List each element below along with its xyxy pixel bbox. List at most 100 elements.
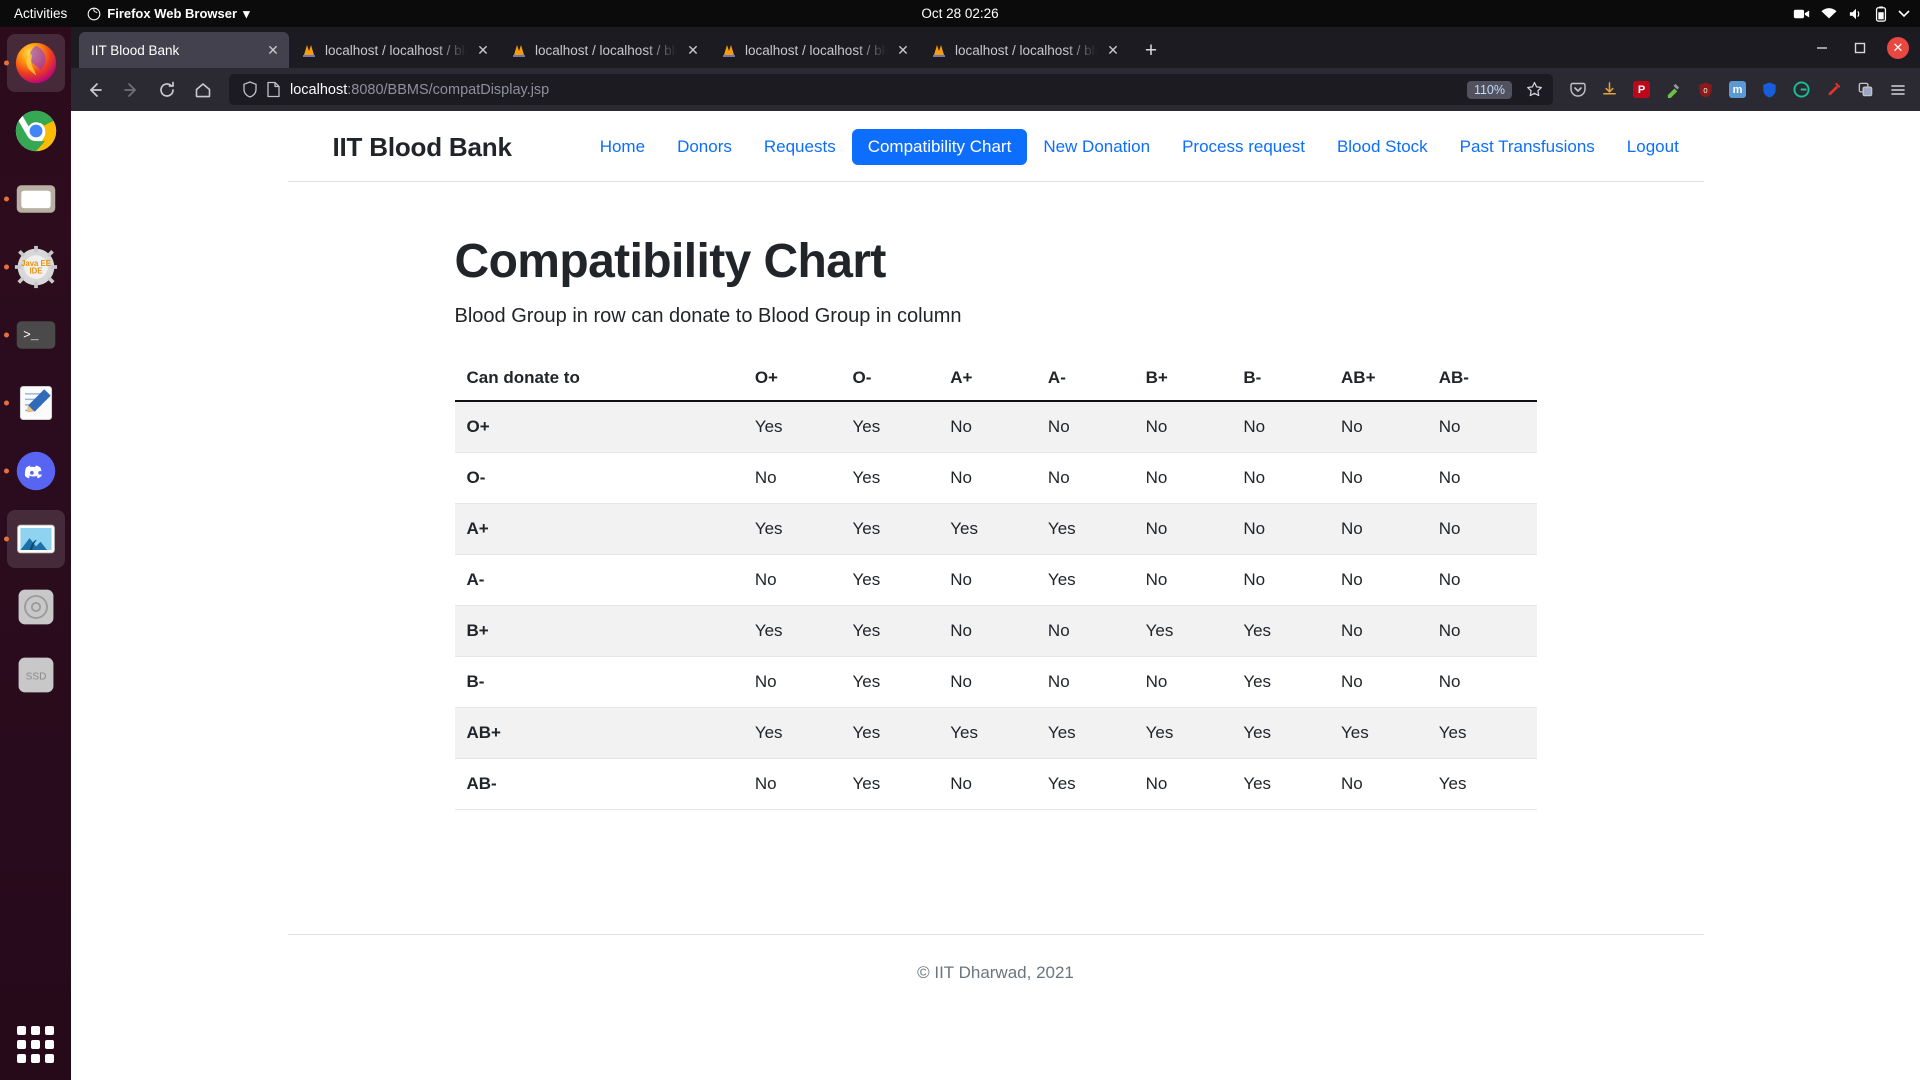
app-menu-button[interactable]: Firefox Web Browser ▾ [79,6,257,22]
cell: No [1145,401,1244,453]
app-menu-label: Firefox Web Browser [107,6,238,21]
dock-item-files[interactable] [7,170,65,228]
pocket-icon[interactable] [1562,74,1593,105]
dock-item-discord[interactable] [7,442,65,500]
nav-link-process-request[interactable]: Process request [1166,129,1321,165]
cell: No [1341,554,1439,606]
close-icon[interactable]: ✕ [894,41,912,59]
cell: No [1438,554,1537,606]
dock-item-disc-drive[interactable] [7,578,65,636]
clock[interactable]: Oct 28 02:26 [921,6,998,21]
phpmyadmin-favicon [511,42,528,59]
browser-tab[interactable]: localhost / localhost / blo ✕ [289,32,499,68]
pinterest-extension-icon[interactable]: P [1626,74,1657,105]
footer-copyright: © IIT Dharwad, 2021 [917,963,1074,982]
nav-link-logout[interactable]: Logout [1611,129,1695,165]
browser-tab[interactable]: localhost / localhost / blo ✕ [709,32,919,68]
dock-item-java-ee-ide[interactable]: Java EE IDE [7,238,65,296]
toolbar-extension-icons: P 0 m [1562,74,1913,105]
show-applications-button[interactable] [16,1024,56,1064]
system-tray[interactable] [1793,5,1910,22]
disc-drive-icon [13,584,59,630]
grammarly-extension-icon[interactable] [1786,74,1817,105]
column-header-o-pos: O+ [754,358,853,402]
dock-item-ssd-volume[interactable]: SSD [7,646,65,704]
cell: Yes [1243,707,1342,759]
cell: No [1145,452,1244,504]
cell: No [950,758,1048,810]
colorzilla-extension-icon[interactable] [1658,74,1689,105]
app-menu-icon[interactable] [1882,74,1913,105]
dock-item-text-editor[interactable] [7,374,65,432]
nav-link-past-transfusions[interactable]: Past Transfusions [1444,129,1611,165]
zoom-level-indicator[interactable]: 110% [1466,80,1512,99]
dock-item-chrome[interactable] [7,102,65,160]
honey-extension-icon[interactable] [1818,74,1849,105]
cell: Yes [1047,503,1146,555]
maximize-button[interactable] [1842,33,1878,63]
nav-link-requests[interactable]: Requests [748,129,852,165]
dock-item-firefox[interactable] [6,34,65,92]
extensions-icon[interactable] [1850,74,1881,105]
cell: Yes [1243,605,1342,657]
table-row: B+ Yes Yes No No Yes Yes No No [454,605,1537,657]
downloads-icon[interactable] [1594,74,1625,105]
cell: Yes [852,656,951,708]
table-body: O+ Yes Yes No No No No No No O- No Yes N… [454,401,1537,810]
cell: Yes [852,605,951,657]
activities-button[interactable]: Activities [0,6,79,21]
close-icon[interactable]: ✕ [1104,41,1122,59]
tab-title: localhost / localhost / blo [745,42,887,58]
tab-title: localhost / localhost / blo [535,42,677,58]
cell: Yes [1341,707,1439,759]
column-header-o-neg: O- [852,358,951,402]
cell: Yes [852,758,951,810]
address-bar[interactable]: localhost:8080/BBMS/compatDisplay.jsp 11… [229,74,1553,105]
forward-button[interactable] [114,73,148,107]
nav-link-compatibility-chart[interactable]: Compatibility Chart [851,129,1028,165]
new-tab-button[interactable]: + [1135,34,1167,66]
cell: No [1047,401,1146,453]
shield-icon[interactable] [242,81,259,98]
cell: No [1047,452,1146,504]
table-row: O+ Yes Yes No No No No No No [454,401,1537,453]
chevron-down-icon[interactable] [1898,9,1910,18]
screencast-icon [1793,7,1810,21]
minimize-button[interactable] [1804,33,1840,63]
close-button[interactable]: ✕ [1880,33,1916,63]
image-viewer-icon [13,516,59,562]
back-button[interactable] [78,73,112,107]
page-info-icon[interactable] [266,81,283,98]
close-icon[interactable]: ✕ [474,41,492,59]
bookmark-star-icon[interactable] [1521,77,1547,103]
browser-tab[interactable]: localhost / localhost / blo ✕ [499,32,709,68]
reload-button[interactable] [150,73,184,107]
momentum-extension-icon[interactable]: m [1722,74,1753,105]
dock-item-image-viewer[interactable] [6,510,65,568]
ublock-origin-icon[interactable]: 0 [1690,74,1721,105]
compatibility-table: Can donate to O+ O- A+ A- B+ B- AB+ AB- [454,358,1537,810]
column-header-ab-neg: AB- [1438,358,1537,402]
column-header-a-neg: A- [1047,358,1146,402]
discord-icon [13,448,59,494]
url-text[interactable]: localhost:8080/BBMS/compatDisplay.jsp [290,82,1460,98]
home-button[interactable] [186,73,220,107]
nav-link-new-donation[interactable]: New Donation [1027,129,1166,165]
nav-link-donors[interactable]: Donors [661,129,748,165]
cell: No [1047,656,1146,708]
svg-text:0: 0 [1703,85,1707,94]
bitwarden-extension-icon[interactable] [1754,74,1785,105]
firefox-icon [13,40,59,86]
close-icon[interactable]: ✕ [684,41,702,59]
table-header-row: Can donate to O+ O- A+ A- B+ B- AB+ AB- [454,358,1537,402]
close-icon[interactable]: ✕ [264,41,282,59]
browser-tab[interactable]: IIT Blood Bank ✕ [79,32,289,68]
svg-text:SSD: SSD [25,672,46,683]
site-brand[interactable]: IIT Blood Bank [333,132,512,163]
nav-link-blood-stock[interactable]: Blood Stock [1321,129,1444,165]
cell: Yes [754,707,853,759]
dock-item-terminal[interactable]: >_ [7,306,65,364]
cell: Yes [754,605,853,657]
nav-link-home[interactable]: Home [584,129,661,165]
browser-tab[interactable]: localhost / localhost / blo ✕ [919,32,1129,68]
